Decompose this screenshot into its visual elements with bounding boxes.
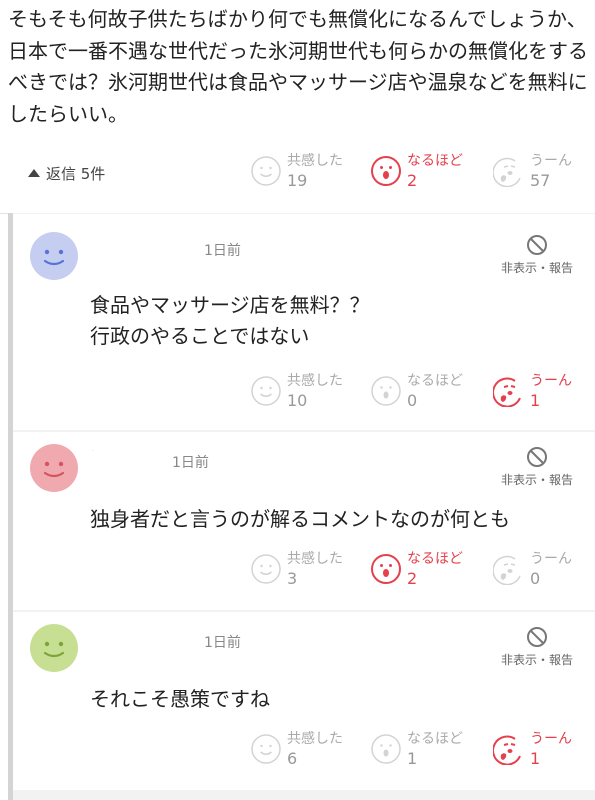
surprised-face-icon [370, 155, 402, 187]
troubled-face-icon [493, 155, 525, 187]
hmm-button[interactable]: うーん 1 [493, 730, 572, 770]
reply-line: それこそ愚策ですね [90, 687, 270, 711]
ban-icon [527, 627, 547, 647]
insight-label: なるほど [407, 153, 463, 169]
surprised-face-icon [370, 553, 402, 585]
hmm-count: 57 [530, 171, 551, 190]
ban-icon [527, 235, 547, 255]
hide-report-label: 非表示・報告 [500, 261, 573, 275]
empathy-button[interactable]: 共感した 10 [250, 372, 343, 412]
insight-label: なるほど [407, 551, 463, 567]
parent-comment-text: そもそも何故子供たちばかり何でも無償化になるんでしょうか、日本で一番不遇な世代だ… [8, 7, 588, 126]
avatar [30, 624, 78, 672]
empathy-count: 6 [287, 749, 298, 768]
insight-count: 1 [407, 749, 418, 768]
reply-line: 食品やマッサージ店を無料？？ [90, 293, 370, 317]
reply-body: 食品やマッサージ店を無料？？ 行政のやることではない [90, 290, 370, 352]
reply-time: 1日前 [204, 635, 241, 651]
empathy-button[interactable]: 共感した 3 [250, 550, 343, 590]
reply-line: 行政のやることではない [90, 324, 310, 348]
empathy-label: 共感した [287, 373, 343, 389]
hmm-count: 1 [530, 749, 541, 768]
empathy-button[interactable]: 共感した 6 [250, 730, 343, 770]
reply-time: 1日前 [172, 455, 209, 471]
reply-author: · [92, 448, 94, 455]
reply-line: 独身者だと言うのが解るコメントなのが何とも [90, 507, 510, 531]
hide-report-label: 非表示・報告 [500, 473, 573, 487]
empathy-label: 共感した [287, 551, 343, 567]
hmm-label: うーん [530, 731, 572, 747]
troubled-face-icon [493, 375, 525, 407]
insight-button[interactable]: なるほど 2 [370, 550, 463, 590]
insight-label: なるほど [407, 373, 463, 389]
empathy-count: 3 [287, 569, 298, 588]
parent-insight-button[interactable]: なるほど 2 [370, 152, 463, 192]
empathy-count: 10 [287, 391, 308, 410]
smile-face-icon [250, 733, 282, 765]
avatar [30, 444, 78, 492]
insight-count: 2 [407, 171, 418, 190]
smile-face-icon [250, 155, 282, 187]
hmm-count: 1 [530, 391, 541, 410]
reply-card-3: 1日前 非表示・報告 それこそ愚策ですね 共感した 6 なるほど 1 うーん 1 [13, 612, 595, 790]
insight-count: 2 [407, 569, 418, 588]
hide-report-button[interactable]: 非表示・報告 [487, 234, 587, 276]
avatar [30, 232, 78, 280]
hide-report-button[interactable]: 非表示・報告 [487, 626, 587, 668]
insight-button[interactable]: なるほど 0 [370, 372, 463, 412]
parent-hmm-button[interactable]: うーん 57 [493, 152, 572, 192]
insight-button[interactable]: なるほど 1 [370, 730, 463, 770]
hmm-label: うーん [530, 373, 572, 389]
reply-card-2: · 1日前 非表示・報告 独身者だと言うのが解るコメントなのが何とも 共感した 3… [13, 432, 595, 610]
smile-face-icon [250, 375, 282, 407]
reply-body: それこそ愚策ですね [90, 684, 270, 715]
empathy-label: 共感した [287, 153, 343, 169]
hmm-button[interactable]: うーん 0 [493, 550, 572, 590]
reply-card-1: 1日前 非表示・報告 食品やマッサージ店を無料？？ 行政のやることではない 共感… [13, 214, 595, 430]
hide-report-button[interactable]: 非表示・報告 [487, 446, 587, 488]
surprised-face-icon [370, 375, 402, 407]
replies-toggle[interactable]: 返信 5件 [28, 162, 105, 184]
smile-face-icon [250, 553, 282, 585]
empathy-label: 共感した [287, 731, 343, 747]
ban-icon [527, 447, 547, 467]
troubled-face-icon [493, 553, 525, 585]
surprised-face-icon [370, 733, 402, 765]
insight-label: なるほど [407, 731, 463, 747]
parent-empathy-button[interactable]: 共感した 19 [250, 152, 343, 192]
hmm-label: うーん [530, 153, 572, 169]
hmm-count: 0 [530, 569, 541, 588]
troubled-face-icon [493, 733, 525, 765]
triangle-up-icon [28, 169, 40, 177]
reply-body: 独身者だと言うのが解るコメントなのが何とも [90, 504, 510, 535]
hmm-label: うーん [530, 551, 572, 567]
empathy-count: 19 [287, 171, 308, 190]
reply-time: 1日前 [204, 243, 241, 259]
insight-count: 0 [407, 391, 418, 410]
replies-toggle-label: 返信 5件 [46, 164, 106, 183]
hide-report-label: 非表示・報告 [500, 653, 573, 667]
hmm-button[interactable]: うーん 1 [493, 372, 572, 412]
